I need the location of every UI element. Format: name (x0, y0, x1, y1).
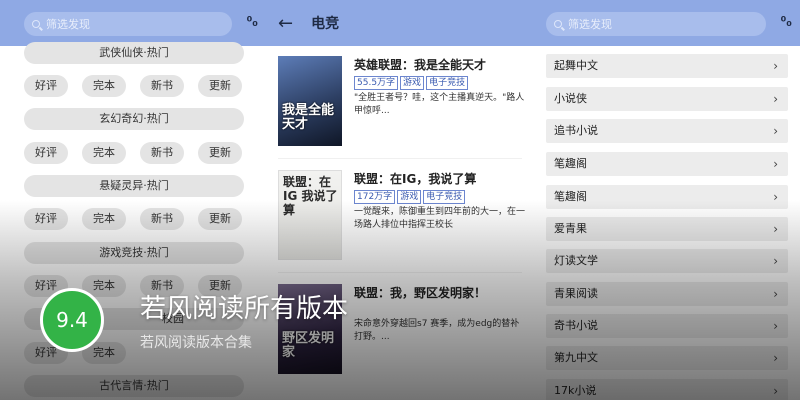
chevron-right-icon: › (773, 92, 778, 106)
filter-chip[interactable]: 更新 (198, 142, 242, 164)
filter-chip[interactable]: 好评 (24, 142, 68, 164)
chevron-right-icon: › (773, 59, 778, 73)
cover-title: 我是全能天才 (282, 103, 335, 132)
search-icon (32, 20, 40, 28)
source-label: 青果阅读 (554, 287, 598, 300)
filter-chip[interactable]: 好评 (24, 75, 68, 97)
chevron-right-icon: › (773, 157, 778, 171)
book-item[interactable]: 我是全能天才 英雄联盟：我是全能天才 55.5万字 游戏 电子竞技 "全胜王者号… (278, 56, 526, 150)
book-item[interactable]: 联盟：在IG 我说了算 联盟：在IG，我说了算 172万字 游戏 电子竞技 一觉… (278, 170, 526, 264)
source-label: 小说侠 (554, 92, 587, 105)
source-item[interactable]: 17k小说 › (546, 379, 788, 400)
genre-tag: 游戏 (400, 76, 425, 90)
chevron-right-icon: › (773, 124, 778, 138)
book-cover: 联盟：在IG 我说了算 (278, 170, 342, 260)
category-header[interactable]: 悬疑灵异·热门 (24, 175, 244, 197)
category-header[interactable]: 武侠仙侠·热门 (24, 42, 244, 64)
subgenre-tag: 电子竞技 (426, 76, 469, 90)
mid-top-bar: ← 电竞 (266, 0, 534, 46)
rating-badge: 9.4 (40, 288, 104, 352)
divider (278, 158, 522, 159)
filter-chip[interactable]: 新书 (140, 142, 184, 164)
source-label: 第九中文 (554, 351, 598, 364)
word-count-tag: 172万字 (354, 190, 396, 204)
filter-chip[interactable]: 完本 (82, 208, 126, 230)
source-item[interactable]: 笔趣阁 › (546, 185, 788, 209)
source-label: 17k小说 (554, 384, 597, 397)
source-item[interactable]: 爱青果 › (546, 217, 788, 241)
layout-toggle-icon[interactable]: ⁰₀ (247, 15, 258, 30)
source-label: 笔趣阁 (554, 190, 587, 203)
app-subtitle: 若风阅读版本合集 (140, 335, 252, 351)
source-item[interactable]: 第九中文 › (546, 346, 788, 370)
right-top-bar: 筛选发现 ⁰₀ (534, 0, 800, 46)
source-item[interactable]: 奇书小说 › (546, 314, 788, 338)
filter-chip[interactable]: 新书 (140, 75, 184, 97)
source-label: 笔趣阁 (554, 157, 587, 170)
source-label: 追书小说 (554, 124, 598, 137)
source-item[interactable]: 青果阅读 › (546, 282, 788, 306)
source-item[interactable]: 追书小说 › (546, 119, 788, 143)
chevron-right-icon: › (773, 254, 778, 268)
filter-chip[interactable]: 更新 (198, 208, 242, 230)
back-arrow-icon[interactable]: ← (278, 13, 293, 34)
source-label: 灯读文学 (554, 254, 598, 267)
book-title: 联盟：我，野区发明家！ (354, 286, 487, 300)
book-tags: 172万字 游戏 电子竞技 (354, 190, 466, 204)
left-top-bar: 筛选发现 ⁰₀ (0, 0, 266, 46)
category-book-list: ← 电竞 我是全能天才 英雄联盟：我是全能天才 55.5万字 游戏 电子竞技 "… (266, 0, 534, 400)
filter-chip[interactable]: 更新 (198, 75, 242, 97)
subgenre-tag: 电子竞技 (423, 190, 466, 204)
chevron-right-icon: › (773, 287, 778, 301)
category-header[interactable]: 玄幻奇幻·热门 (24, 108, 244, 130)
filter-chip[interactable]: 完本 (82, 142, 126, 164)
divider (278, 272, 522, 273)
page-title: 电竞 (311, 16, 340, 32)
word-count-tag: 55.5万字 (354, 76, 399, 90)
filter-chip[interactable]: 新书 (140, 208, 184, 230)
cover-title: 联盟：在IG 我说了算 (283, 175, 338, 217)
source-item[interactable]: 笔趣阁 › (546, 152, 788, 176)
chevron-right-icon: › (773, 351, 778, 365)
book-title: 英雄联盟：我是全能天才 (354, 58, 487, 72)
chevron-right-icon: › (773, 384, 778, 398)
source-label: 起舞中文 (554, 59, 598, 72)
book-cover: 我是全能天才 (278, 56, 342, 146)
filter-chip[interactable]: 完本 (82, 75, 126, 97)
book-tags: 55.5万字 游戏 电子竞技 (354, 76, 469, 90)
cover-title: 野区发明家 (282, 331, 335, 360)
chevron-right-icon: › (773, 319, 778, 333)
chevron-right-icon: › (773, 190, 778, 204)
filter-chip[interactable]: 好评 (24, 208, 68, 230)
search-placeholder: 筛选发现 (568, 18, 612, 31)
book-title: 联盟：在IG，我说了算 (354, 172, 477, 186)
book-description: "全胜王者号？哇，这个主播真逆天。"路人甲惊呼... (354, 93, 525, 116)
category-header[interactable]: 游戏竞技·热门 (24, 242, 244, 264)
book-source-list: 筛选发现 ⁰₀ 起舞中文 › 小说侠 › 追书小说 › 笔趣阁 › 笔趣阁 › 爱青果 › … (534, 0, 800, 400)
chevron-right-icon: › (773, 222, 778, 236)
source-item[interactable]: 小说侠 › (546, 87, 788, 111)
layout-toggle-icon[interactable]: ⁰₀ (781, 15, 792, 30)
source-item[interactable]: 起舞中文 › (546, 54, 788, 78)
app-title: 若风阅读所有版本 (140, 294, 349, 324)
source-label: 爱青果 (554, 222, 587, 235)
book-description: 宋命意外穿越回s7 赛季，成为edg的替补打野。... (354, 319, 520, 342)
search-icon (554, 20, 562, 28)
source-label: 奇书小说 (554, 319, 598, 332)
book-description: 一觉醒来，陈御重生到四年前的大一，在一场路人排位中指挥王校长 (354, 207, 526, 230)
search-placeholder: 筛选发现 (46, 18, 90, 31)
search-input[interactable]: 筛选发现 (546, 12, 766, 36)
category-header[interactable]: 古代言情·热门 (24, 375, 244, 397)
source-item[interactable]: 灯读文学 › (546, 249, 788, 273)
search-input[interactable]: 筛选发现 (24, 12, 232, 36)
genre-tag: 游戏 (397, 190, 422, 204)
